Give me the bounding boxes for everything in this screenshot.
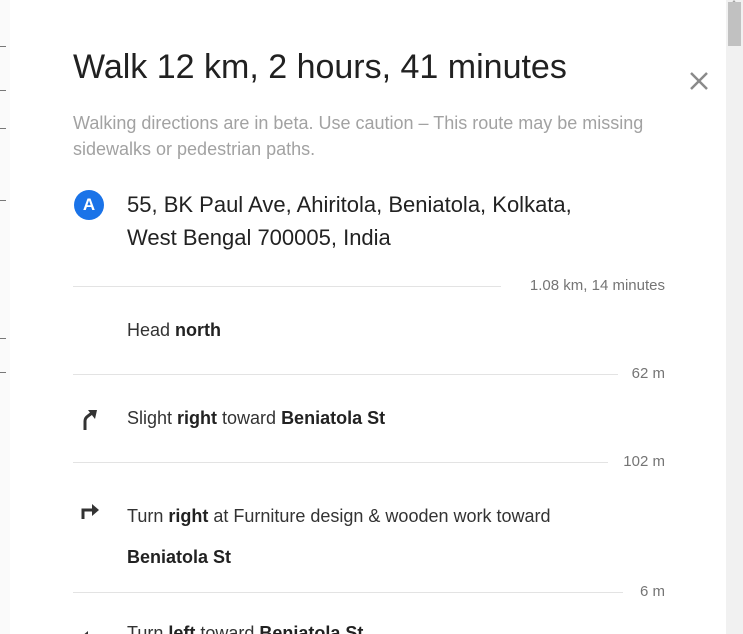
close-button[interactable] (684, 66, 714, 96)
start-address[interactable]: 55, BK Paul Ave, Ahiritola, Beniatola, K… (127, 188, 667, 254)
step-prefix: Head (127, 320, 176, 340)
step-mid: toward (195, 623, 260, 634)
edge-mark (0, 338, 6, 339)
direction-step[interactable]: Turn left toward Beniatola St (127, 623, 667, 634)
step-target: Beniatola St (127, 547, 232, 567)
step-divider (73, 374, 618, 375)
step-distance: 62 m (631, 365, 665, 382)
step-mid: at Furniture design & wooden work toward (208, 506, 551, 526)
scrollbar-thumb[interactable] (728, 2, 741, 46)
slight-right-arrow-icon (83, 410, 97, 430)
direction-step[interactable]: Turn right at Furniture design & wooden … (127, 496, 667, 578)
step-distance: 6 m (639, 583, 665, 600)
step-direction: right (168, 506, 209, 526)
directions-panel: Walk 12 km, 2 hours, 41 minutes Walking … (10, 0, 726, 634)
segment-distance: 1.08 km, 14 minutes (529, 277, 665, 294)
step-target: Beniatola St (259, 623, 364, 634)
turn-left-arrow-icon (84, 631, 88, 634)
step-direction: right (177, 408, 218, 428)
step-prefix: Turn (127, 506, 169, 526)
step-divider (73, 462, 608, 463)
turn-right-arrow-icon (81, 504, 99, 519)
start-address-line2: West Bengal 700005, India (127, 225, 391, 250)
edge-mark (0, 90, 6, 91)
step-direction: left (168, 623, 196, 634)
walking-beta-warning: Walking directions are in beta. Use caut… (73, 113, 644, 159)
step-distance: 102 m (623, 453, 665, 470)
vertical-scrollbar[interactable] (726, 0, 743, 634)
edge-mark (0, 128, 6, 129)
step-direction: north (175, 320, 222, 340)
start-address-line1: 55, BK Paul Ave, Ahiritola, Beniatola, K… (127, 192, 572, 217)
edge-mark (0, 46, 6, 47)
direction-step[interactable]: Slight right toward Beniatola St (127, 408, 667, 429)
step-divider (73, 592, 623, 593)
step-mid: toward (217, 408, 282, 428)
start-marker-icon: A (74, 190, 104, 220)
close-icon (690, 72, 708, 90)
edge-mark (0, 372, 6, 373)
segment-divider (73, 286, 501, 287)
step-target: Beniatola St (281, 408, 386, 428)
step-prefix: Turn (127, 623, 169, 634)
direction-step[interactable]: Head north (127, 320, 667, 341)
edge-mark (0, 200, 6, 201)
step-prefix: Slight (127, 408, 178, 428)
route-title: Walk 12 km, 2 hours, 41 minutes (73, 48, 567, 86)
